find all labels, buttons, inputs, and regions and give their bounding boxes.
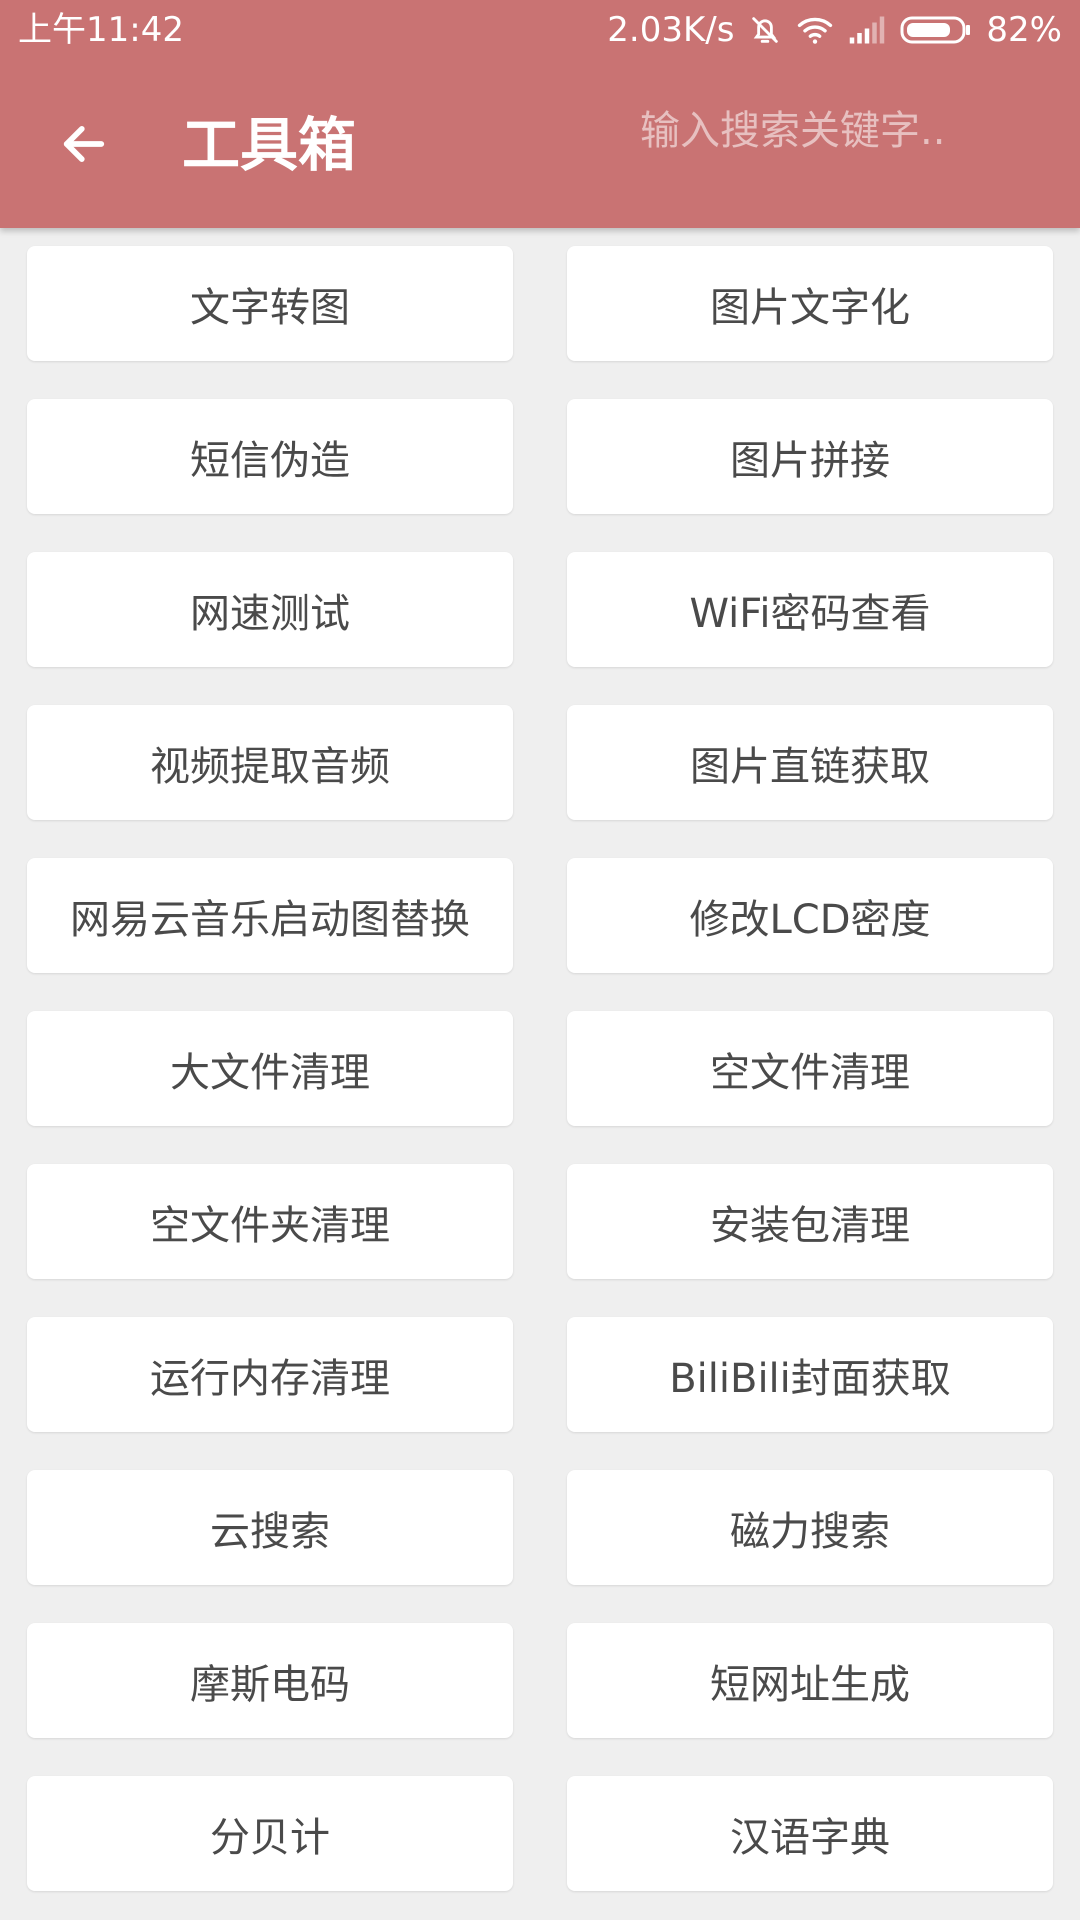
status-icons: 2.03K/s 82% (607, 8, 1062, 52)
page-title: 工具箱 (182, 111, 357, 179)
tool-button[interactable]: 云搜索 (27, 1470, 513, 1585)
tool-button[interactable]: 运行内存清理 (27, 1317, 513, 1432)
tool-button[interactable]: 空文件清理 (567, 1011, 1053, 1126)
tool-button[interactable]: 短信伪造 (27, 399, 513, 514)
tool-button[interactable]: 分贝计 (27, 1776, 513, 1891)
tool-button[interactable]: 图片直链获取 (567, 705, 1053, 820)
network-speed: 2.03K/s (607, 10, 735, 50)
tool-button[interactable]: 磁力搜索 (567, 1470, 1053, 1585)
tool-button[interactable]: 网易云音乐启动图替换 (27, 858, 513, 973)
tool-button[interactable]: 短网址生成 (567, 1623, 1053, 1738)
tool-button[interactable]: 安装包清理 (567, 1164, 1053, 1279)
arrow-left-icon (63, 126, 105, 162)
tool-button[interactable]: 空文件夹清理 (27, 1164, 513, 1279)
tool-button[interactable]: WiFi密码查看 (567, 552, 1053, 667)
tool-button[interactable]: 视频提取音频 (27, 705, 513, 820)
battery-icon (900, 14, 972, 46)
app-bar: 上午11:42 2.03K/s 82% 工具箱 输入搜索关键字.. (0, 0, 1080, 228)
tool-button[interactable]: 修改LCD密度 (567, 858, 1053, 973)
signal-icon (848, 15, 886, 45)
wifi-icon (796, 13, 834, 47)
tool-button[interactable]: 大文件清理 (27, 1011, 513, 1126)
tool-button[interactable]: 汉语字典 (567, 1776, 1053, 1891)
tool-button[interactable]: 文字转图 (27, 246, 513, 361)
status-time: 上午11:42 (18, 10, 184, 50)
bell-off-icon (748, 13, 782, 47)
tool-button[interactable]: 图片拼接 (567, 399, 1053, 514)
tool-grid: 文字转图 图片文字化 短信伪造 图片拼接 网速测试 WiFi密码查看 视频提取音频 图片直链获… (27, 246, 1053, 1891)
tool-button[interactable]: 网速测试 (27, 552, 513, 667)
tool-button[interactable]: BiliBili封面获取 (567, 1317, 1053, 1432)
toolbar: 工具箱 (0, 60, 1080, 228)
tool-button[interactable]: 摩斯电码 (27, 1623, 513, 1738)
status-bar: 上午11:42 2.03K/s 82% (0, 0, 1080, 60)
search-input[interactable] (624, 96, 1076, 166)
tool-button[interactable]: 图片文字化 (567, 246, 1053, 361)
back-button[interactable] (40, 100, 128, 188)
battery-percent: 82% (986, 10, 1062, 50)
